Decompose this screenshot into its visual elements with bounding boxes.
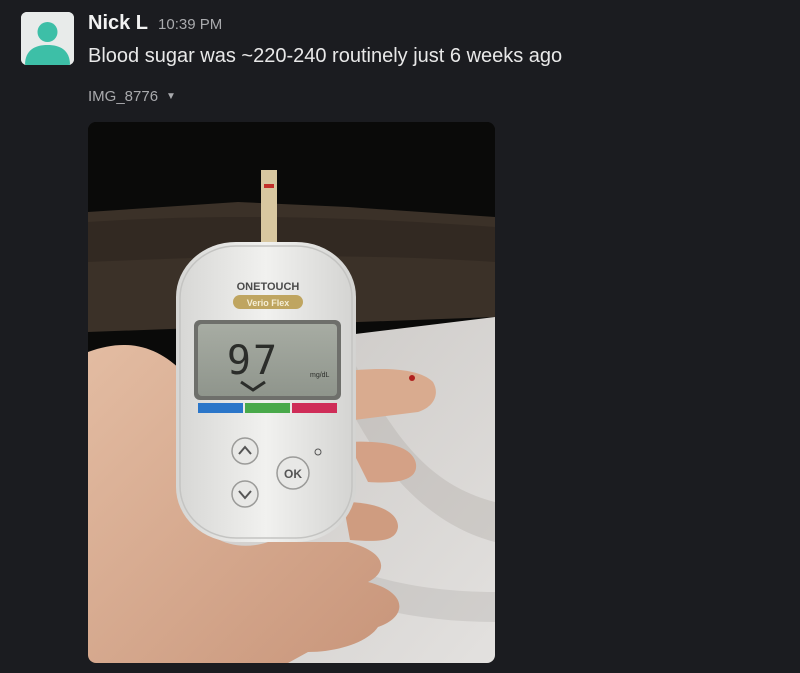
caret-down-icon: ▼ (166, 91, 176, 102)
message-header: Nick L 10:39 PM (88, 12, 222, 40)
meter-brand-text: ONETOUCH (237, 281, 300, 293)
chat-message: Nick L 10:39 PM Blood sugar was ~220-240… (0, 0, 800, 673)
meter-reading-text: 97 (227, 338, 279, 384)
meter-ok-label: OK (284, 467, 302, 481)
author-name[interactable]: Nick L (88, 12, 148, 35)
avatar[interactable] (21, 12, 74, 65)
glucose-meter-photo: ONETOUCH Verio Flex 97 mg/dL OK (88, 122, 495, 663)
default-user-avatar-icon (21, 12, 74, 65)
attachment-filename: IMG_8776 (88, 88, 159, 105)
message-text: Blood sugar was ~220-240 routinely just … (88, 45, 563, 67)
message-timestamp[interactable]: 10:39 PM (158, 16, 222, 33)
image-attachment[interactable]: ONETOUCH Verio Flex 97 mg/dL OK (88, 122, 495, 663)
meter-unit-text: mg/dL (310, 372, 330, 379)
meter-model-text: Verio Flex (247, 298, 290, 308)
attachment-name-toggle[interactable]: IMG_8776 ▼ (88, 88, 176, 105)
